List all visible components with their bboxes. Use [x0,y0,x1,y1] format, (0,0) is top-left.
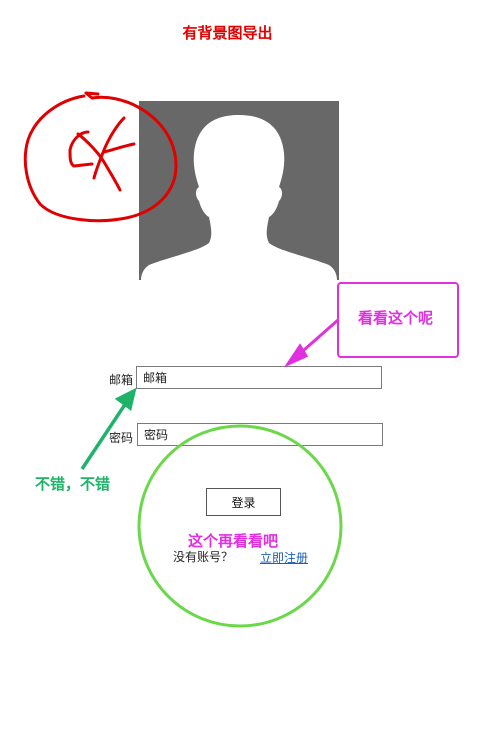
page-title: 有背景图导出 [182,24,273,42]
password-label: 密码 [108,431,133,445]
green-note: 不错，不错 [35,475,111,493]
login-button[interactable]: 登录 [206,488,281,516]
email-field[interactable]: 邮箱 [136,366,382,389]
magenta-arrow [283,318,339,368]
person-silhouette-icon [141,115,337,280]
avatar [139,101,339,280]
email-label: 邮箱 [108,373,133,387]
callout-text: 看看这个呢 [358,309,434,327]
circle-note: 这个再看看吧 [188,532,279,550]
register-link[interactable]: 立即注册 [260,549,308,566]
password-field[interactable]: 密码 [137,423,383,446]
green-circle [137,424,343,628]
